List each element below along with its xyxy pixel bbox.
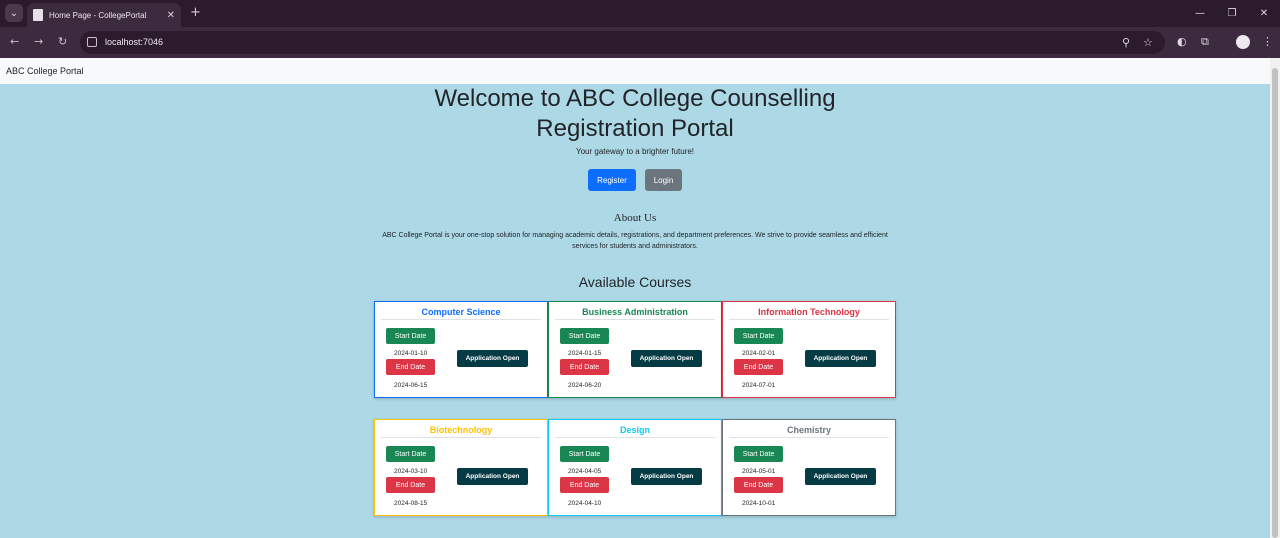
end-date-button[interactable]: End Date [560, 359, 609, 375]
window-controls: — ❐ ✕ [1184, 0, 1280, 27]
divider [729, 437, 889, 438]
site-navbar: ABC College Portal [0, 58, 1270, 84]
login-button[interactable]: Login [645, 169, 682, 191]
zoom-icon[interactable]: ⚲ [1122, 36, 1130, 49]
course-card: Biotechnology Start Date 2024-03-10 End … [374, 419, 548, 516]
tab-title: Home Page - CollegePortal [49, 10, 147, 20]
application-status-badge: Application Open [631, 350, 702, 367]
navbar-brand[interactable]: ABC College Portal [6, 66, 84, 76]
course-card: Information Technology Start Date 2024-0… [722, 301, 896, 398]
course-card: Business Administration Start Date 2024-… [548, 301, 722, 398]
new-tab-plus-icon[interactable]: + [190, 5, 201, 20]
profile-avatar-icon[interactable] [1236, 35, 1250, 49]
restore-icon[interactable]: ❐ [1216, 0, 1248, 27]
end-date-button[interactable]: End Date [386, 359, 435, 375]
about-title: About Us [613, 212, 657, 224]
course-name: Chemistry [786, 425, 831, 435]
end-date-button[interactable]: End Date [734, 359, 783, 375]
course-name: Design [619, 425, 650, 435]
back-arrow-icon[interactable]: ← [10, 35, 19, 48]
close-icon[interactable]: ✕ [167, 10, 175, 21]
start-date-button[interactable]: Start Date [734, 328, 783, 344]
forward-arrow-icon[interactable]: → [34, 35, 43, 48]
page-icon [33, 9, 43, 21]
start-date-value: 2024-01-10 [394, 350, 428, 357]
end-date-value: 2024-08-15 [394, 500, 428, 507]
bookmark-star-icon[interactable]: ☆ [1143, 36, 1153, 49]
application-status-badge: Application Open [805, 468, 876, 485]
browser-tab[interactable]: Home Page - CollegePortal ✕ [27, 3, 181, 27]
start-date-value: 2024-01-15 [568, 350, 602, 357]
end-date-value: 2024-06-20 [568, 382, 602, 389]
end-date-button[interactable]: End Date [386, 477, 435, 493]
application-status-badge: Application Open [631, 468, 702, 485]
start-date-value: 2024-03-10 [394, 468, 428, 475]
end-date-value: 2024-06-15 [394, 382, 428, 389]
start-date-value: 2024-02-01 [742, 350, 776, 357]
page-title: Welcome to ABC College Counselling Regis… [434, 85, 836, 142]
course-card: Computer Science Start Date 2024-01-10 E… [374, 301, 548, 398]
divider [381, 437, 541, 438]
start-date-button[interactable]: Start Date [386, 328, 435, 344]
end-date-button[interactable]: End Date [560, 477, 609, 493]
course-card: Chemistry Start Date 2024-05-01 End Date… [722, 419, 896, 516]
course-card: Design Start Date 2024-04-05 End Date 20… [548, 419, 722, 516]
divider [729, 319, 889, 320]
end-date-value: 2024-10-01 [742, 500, 776, 507]
course-name: Computer Science [421, 307, 501, 317]
menu-kebab-icon[interactable]: ⋮ [1262, 35, 1273, 48]
start-date-button[interactable]: Start Date [560, 446, 609, 462]
close-window-icon[interactable]: ✕ [1248, 0, 1280, 27]
start-date-button[interactable]: Start Date [560, 328, 609, 344]
about-text: ABC College Portal is your one-stop solu… [382, 232, 888, 250]
scrollbar-thumb[interactable] [1272, 68, 1278, 538]
course-name: Business Administration [582, 307, 688, 317]
divider [555, 319, 715, 320]
courses-title: Available Courses [578, 274, 692, 290]
application-status-badge: Application Open [457, 350, 528, 367]
address-bar[interactable]: localhost:7046 ⚲ ☆ [80, 31, 1165, 54]
site-info-icon[interactable] [87, 37, 97, 47]
divider [381, 319, 541, 320]
extension-icon[interactable]: ◐ [1177, 35, 1187, 48]
tagline: Your gateway to a brighter future! [576, 147, 694, 156]
browser-tab-bar: ⌄ Home Page - CollegePortal ✕ + — ❐ ✕ [0, 0, 1280, 27]
course-name: Information Technology [758, 307, 860, 317]
end-date-value: 2024-04-10 [568, 500, 602, 507]
url-text[interactable]: localhost:7046 [105, 37, 163, 47]
end-date-value: 2024-07-01 [742, 382, 776, 389]
browser-toolbar: ← → ↻ localhost:7046 ⚲ ☆ ◐ ⧉ ⋮ [0, 27, 1280, 58]
tab-search-icon[interactable]: ⌄ [5, 4, 23, 22]
start-date-button[interactable]: Start Date [386, 446, 435, 462]
extensions-puzzle-icon[interactable]: ⧉ [1201, 35, 1209, 49]
start-date-button[interactable]: Start Date [734, 446, 783, 462]
register-button[interactable]: Register [588, 169, 636, 191]
page-scrollbar[interactable] [1270, 58, 1280, 538]
application-status-badge: Application Open [805, 350, 876, 367]
end-date-button[interactable]: End Date [734, 477, 783, 493]
reload-icon[interactable]: ↻ [58, 35, 67, 48]
course-name: Biotechnology [429, 425, 493, 435]
divider [555, 437, 715, 438]
minimize-icon[interactable]: — [1184, 0, 1216, 27]
start-date-value: 2024-04-05 [568, 468, 602, 475]
start-date-value: 2024-05-01 [742, 468, 776, 475]
application-status-badge: Application Open [457, 468, 528, 485]
